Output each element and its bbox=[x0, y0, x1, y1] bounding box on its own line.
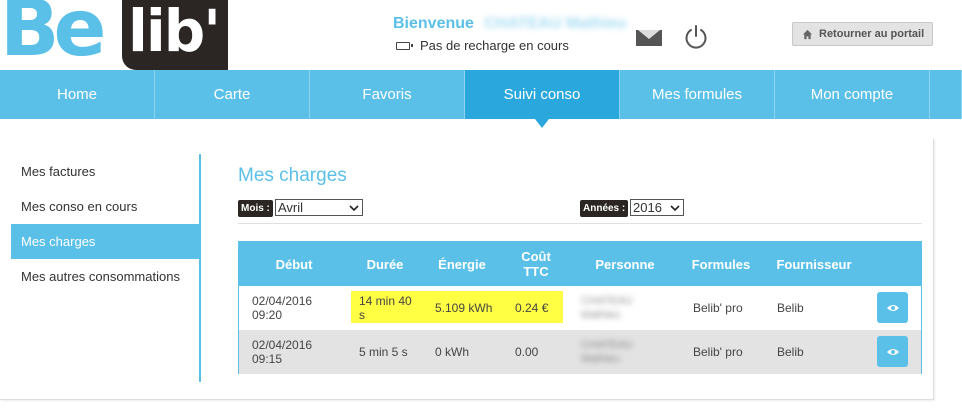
cell-debut: 02/04/2016 09:20 bbox=[252, 294, 313, 322]
charges-table: Début Durée Énergie Coût TTC Personne Fo… bbox=[238, 241, 922, 374]
nav-filler bbox=[930, 70, 962, 119]
column-header-fournisseur[interactable]: Fournisseur bbox=[769, 242, 859, 286]
return-to-portal-label: Retourner au portail bbox=[819, 28, 925, 40]
cell-personne: CHATEAU Mathieu bbox=[581, 295, 633, 321]
welcome-message: Bienvenue CHATEAU Mathieu bbox=[393, 15, 626, 33]
logo-part-be: Be bbox=[0, 0, 106, 74]
battery-icon bbox=[396, 41, 413, 50]
nav-item-mon-compte[interactable]: Mon compte bbox=[775, 70, 930, 119]
view-details-button[interactable] bbox=[877, 336, 908, 367]
column-header-duree[interactable]: Durée bbox=[347, 242, 423, 286]
eye-icon bbox=[886, 304, 899, 311]
column-header-personne[interactable]: Personne bbox=[577, 242, 673, 286]
column-header-cout[interactable]: Coût TTC bbox=[511, 242, 561, 286]
sidebar-item-label: Mes charges bbox=[21, 234, 96, 249]
cell-energie: 0 kWh bbox=[435, 345, 470, 359]
column-header-energie[interactable]: Énergie bbox=[427, 242, 497, 286]
nav-item-home[interactable]: Home bbox=[0, 70, 155, 119]
logo-part-lib: lib' bbox=[128, 0, 221, 65]
main-nav: Home Carte Favoris Suivi conso Mes formu… bbox=[0, 70, 962, 128]
welcome-label: Bienvenue bbox=[393, 15, 474, 32]
nav-item-carte[interactable]: Carte bbox=[155, 70, 310, 119]
cell-formule: Belib' pro bbox=[693, 301, 743, 315]
table-row: 02/04/2016 09:15 5 min 5 s 0 kWh 0.00 CH… bbox=[239, 330, 921, 374]
sidebar: Mes factures Mes conso en cours Mes char… bbox=[11, 154, 200, 294]
nav-item-label: Favoris bbox=[362, 86, 412, 103]
cell-debut: 02/04/2016 09:15 bbox=[252, 338, 313, 366]
belib-logo[interactable]: Be lib' bbox=[0, 0, 228, 70]
cell-personne: CHATEAU Mathieu bbox=[581, 339, 633, 365]
sidebar-item-label: Mes conso en cours bbox=[21, 199, 138, 214]
chevron-down-icon bbox=[670, 204, 680, 211]
power-icon[interactable] bbox=[683, 24, 709, 50]
view-details-button[interactable] bbox=[877, 292, 908, 323]
sidebar-item-label: Mes autres consommations bbox=[21, 269, 180, 284]
sidebar-item-mes-charges[interactable]: Mes charges bbox=[11, 224, 200, 259]
filter-divider bbox=[238, 223, 922, 224]
nav-item-label: Home bbox=[56, 86, 97, 103]
sidebar-item-mes-factures[interactable]: Mes factures bbox=[11, 154, 200, 189]
user-name: CHATEAU Mathieu bbox=[484, 15, 627, 32]
month-select-value: Avril bbox=[278, 200, 304, 215]
sidebar-item-mes-autres-consommations[interactable]: Mes autres consommations bbox=[11, 259, 200, 294]
table-row: 02/04/2016 09:20 14 min 40 s 5.109 kWh 0… bbox=[239, 286, 921, 330]
nav-item-label: Carte bbox=[213, 86, 251, 103]
nav-item-label: Mes formules bbox=[651, 86, 743, 103]
cell-cout: 0.00 bbox=[515, 345, 539, 359]
year-filter-label: Années : bbox=[580, 200, 629, 217]
sidebar-item-label: Mes factures bbox=[21, 164, 96, 179]
header: Be lib' Bienvenue CHATEAU Mathieu Pas de… bbox=[0, 0, 962, 70]
cell-duree: 14 min 40 s bbox=[359, 294, 412, 322]
sidebar-divider bbox=[199, 154, 201, 382]
recharge-status-text: Pas de recharge en cours bbox=[420, 38, 569, 53]
cell-cout: 0.24 € bbox=[515, 301, 549, 315]
page-title: Mes charges bbox=[238, 165, 347, 186]
month-select[interactable]: Avril bbox=[275, 199, 363, 216]
nav-item-mes-formules[interactable]: Mes formules bbox=[620, 70, 775, 119]
recharge-status: Pas de recharge en cours bbox=[396, 38, 569, 53]
chevron-down-icon bbox=[349, 204, 359, 211]
home-icon bbox=[802, 29, 813, 39]
column-header-debut[interactable]: Début bbox=[241, 242, 347, 286]
year-select[interactable]: 2016 bbox=[630, 199, 684, 216]
nav-item-label: Suivi conso bbox=[503, 86, 581, 103]
cell-duree: 5 min 5 s bbox=[359, 345, 408, 359]
eye-icon bbox=[886, 348, 899, 355]
nav-item-favoris[interactable]: Favoris bbox=[310, 70, 465, 119]
return-to-portal-button[interactable]: Retourner au portail bbox=[792, 22, 933, 46]
year-select-value: 2016 bbox=[633, 200, 662, 215]
column-header-formules[interactable]: Formules bbox=[681, 242, 761, 286]
cell-formule: Belib' pro bbox=[693, 345, 743, 359]
nav-item-label: Mon compte bbox=[810, 86, 894, 103]
cell-fournisseur: Belib bbox=[777, 301, 804, 315]
month-filter-label: Mois : bbox=[238, 200, 273, 217]
sidebar-item-mes-conso-en-cours[interactable]: Mes conso en cours bbox=[11, 189, 200, 224]
cell-energie: 5.109 kWh bbox=[435, 301, 493, 315]
nav-item-suivi-conso[interactable]: Suivi conso bbox=[465, 70, 620, 128]
cell-fournisseur: Belib bbox=[777, 345, 804, 359]
table-header: Début Durée Énergie Coût TTC Personne Fo… bbox=[239, 242, 921, 286]
envelope-icon[interactable] bbox=[636, 30, 662, 46]
